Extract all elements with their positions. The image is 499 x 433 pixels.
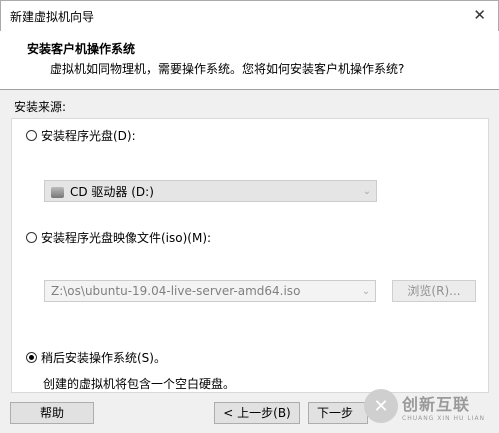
- logo-mark-icon: ✕: [364, 389, 398, 423]
- page-title: 安装客户机操作系统: [27, 42, 136, 56]
- option-later-label: 稍后安装操作系统(S)。: [41, 351, 166, 365]
- watermark-logo: ✕ 创新互联 CHUANG XIN HU LIAN: [364, 386, 499, 426]
- source-panel: 安装程序光盘(D): CD 驱动器 (D:) ⌄ 安装程序光盘映像文件(iso)…: [11, 118, 489, 393]
- chevron-down-icon: ⌄: [362, 185, 372, 197]
- radio-later[interactable]: [26, 352, 37, 363]
- page-subtitle: 虚拟机如同物理机，需要操作系统。您将如何安装客户机操作系统?: [50, 62, 405, 76]
- watermark-text-cn: 创新互联: [402, 394, 471, 414]
- disc-select-value: CD 驱动器 (D:): [70, 184, 154, 199]
- cd-drive-icon: [51, 186, 64, 198]
- wizard-header: 安装客户机操作系统 虚拟机如同物理机，需要操作系统。您将如何安装客户机操作系统?: [0, 31, 499, 90]
- wizard-content: 安装来源: 安装程序光盘(D): CD 驱动器 (D:) ⌄ 安装程序光盘映像文…: [0, 90, 499, 433]
- source-label: 安装来源:: [14, 100, 67, 114]
- iso-select-value: Z:\os\ubuntu-19.04-live-server-amd64.iso: [51, 284, 301, 298]
- option-later[interactable]: 稍后安装操作系统(S)。: [26, 349, 166, 366]
- title-bar: 新建虚拟机向导 ✕: [0, 0, 499, 32]
- disc-select[interactable]: CD 驱动器 (D:) ⌄: [44, 180, 377, 202]
- option-iso[interactable]: 安装程序光盘映像文件(iso)(M):: [26, 229, 211, 246]
- close-icon[interactable]: ✕: [473, 6, 486, 24]
- option-disc-label: 安装程序光盘(D):: [41, 129, 136, 143]
- next-button[interactable]: 下一步: [308, 402, 368, 424]
- later-description: 创建的虚拟机将包含一个空白硬盘。: [43, 377, 236, 391]
- radio-iso[interactable]: [26, 232, 37, 243]
- back-button[interactable]: < 上一步(B): [214, 402, 300, 424]
- window-title: 新建虚拟机向导: [10, 10, 95, 24]
- browse-button[interactable]: 浏览(R)...: [392, 280, 476, 302]
- help-button[interactable]: 帮助: [10, 402, 94, 424]
- option-iso-label: 安装程序光盘映像文件(iso)(M):: [41, 231, 212, 245]
- option-disc[interactable]: 安装程序光盘(D):: [26, 127, 136, 144]
- radio-disc[interactable]: [26, 130, 37, 141]
- iso-select[interactable]: Z:\os\ubuntu-19.04-live-server-amd64.iso…: [44, 280, 376, 302]
- chevron-down-icon: ⌄: [361, 285, 371, 297]
- watermark-text-en: CHUANG XIN HU LIAN: [402, 414, 486, 422]
